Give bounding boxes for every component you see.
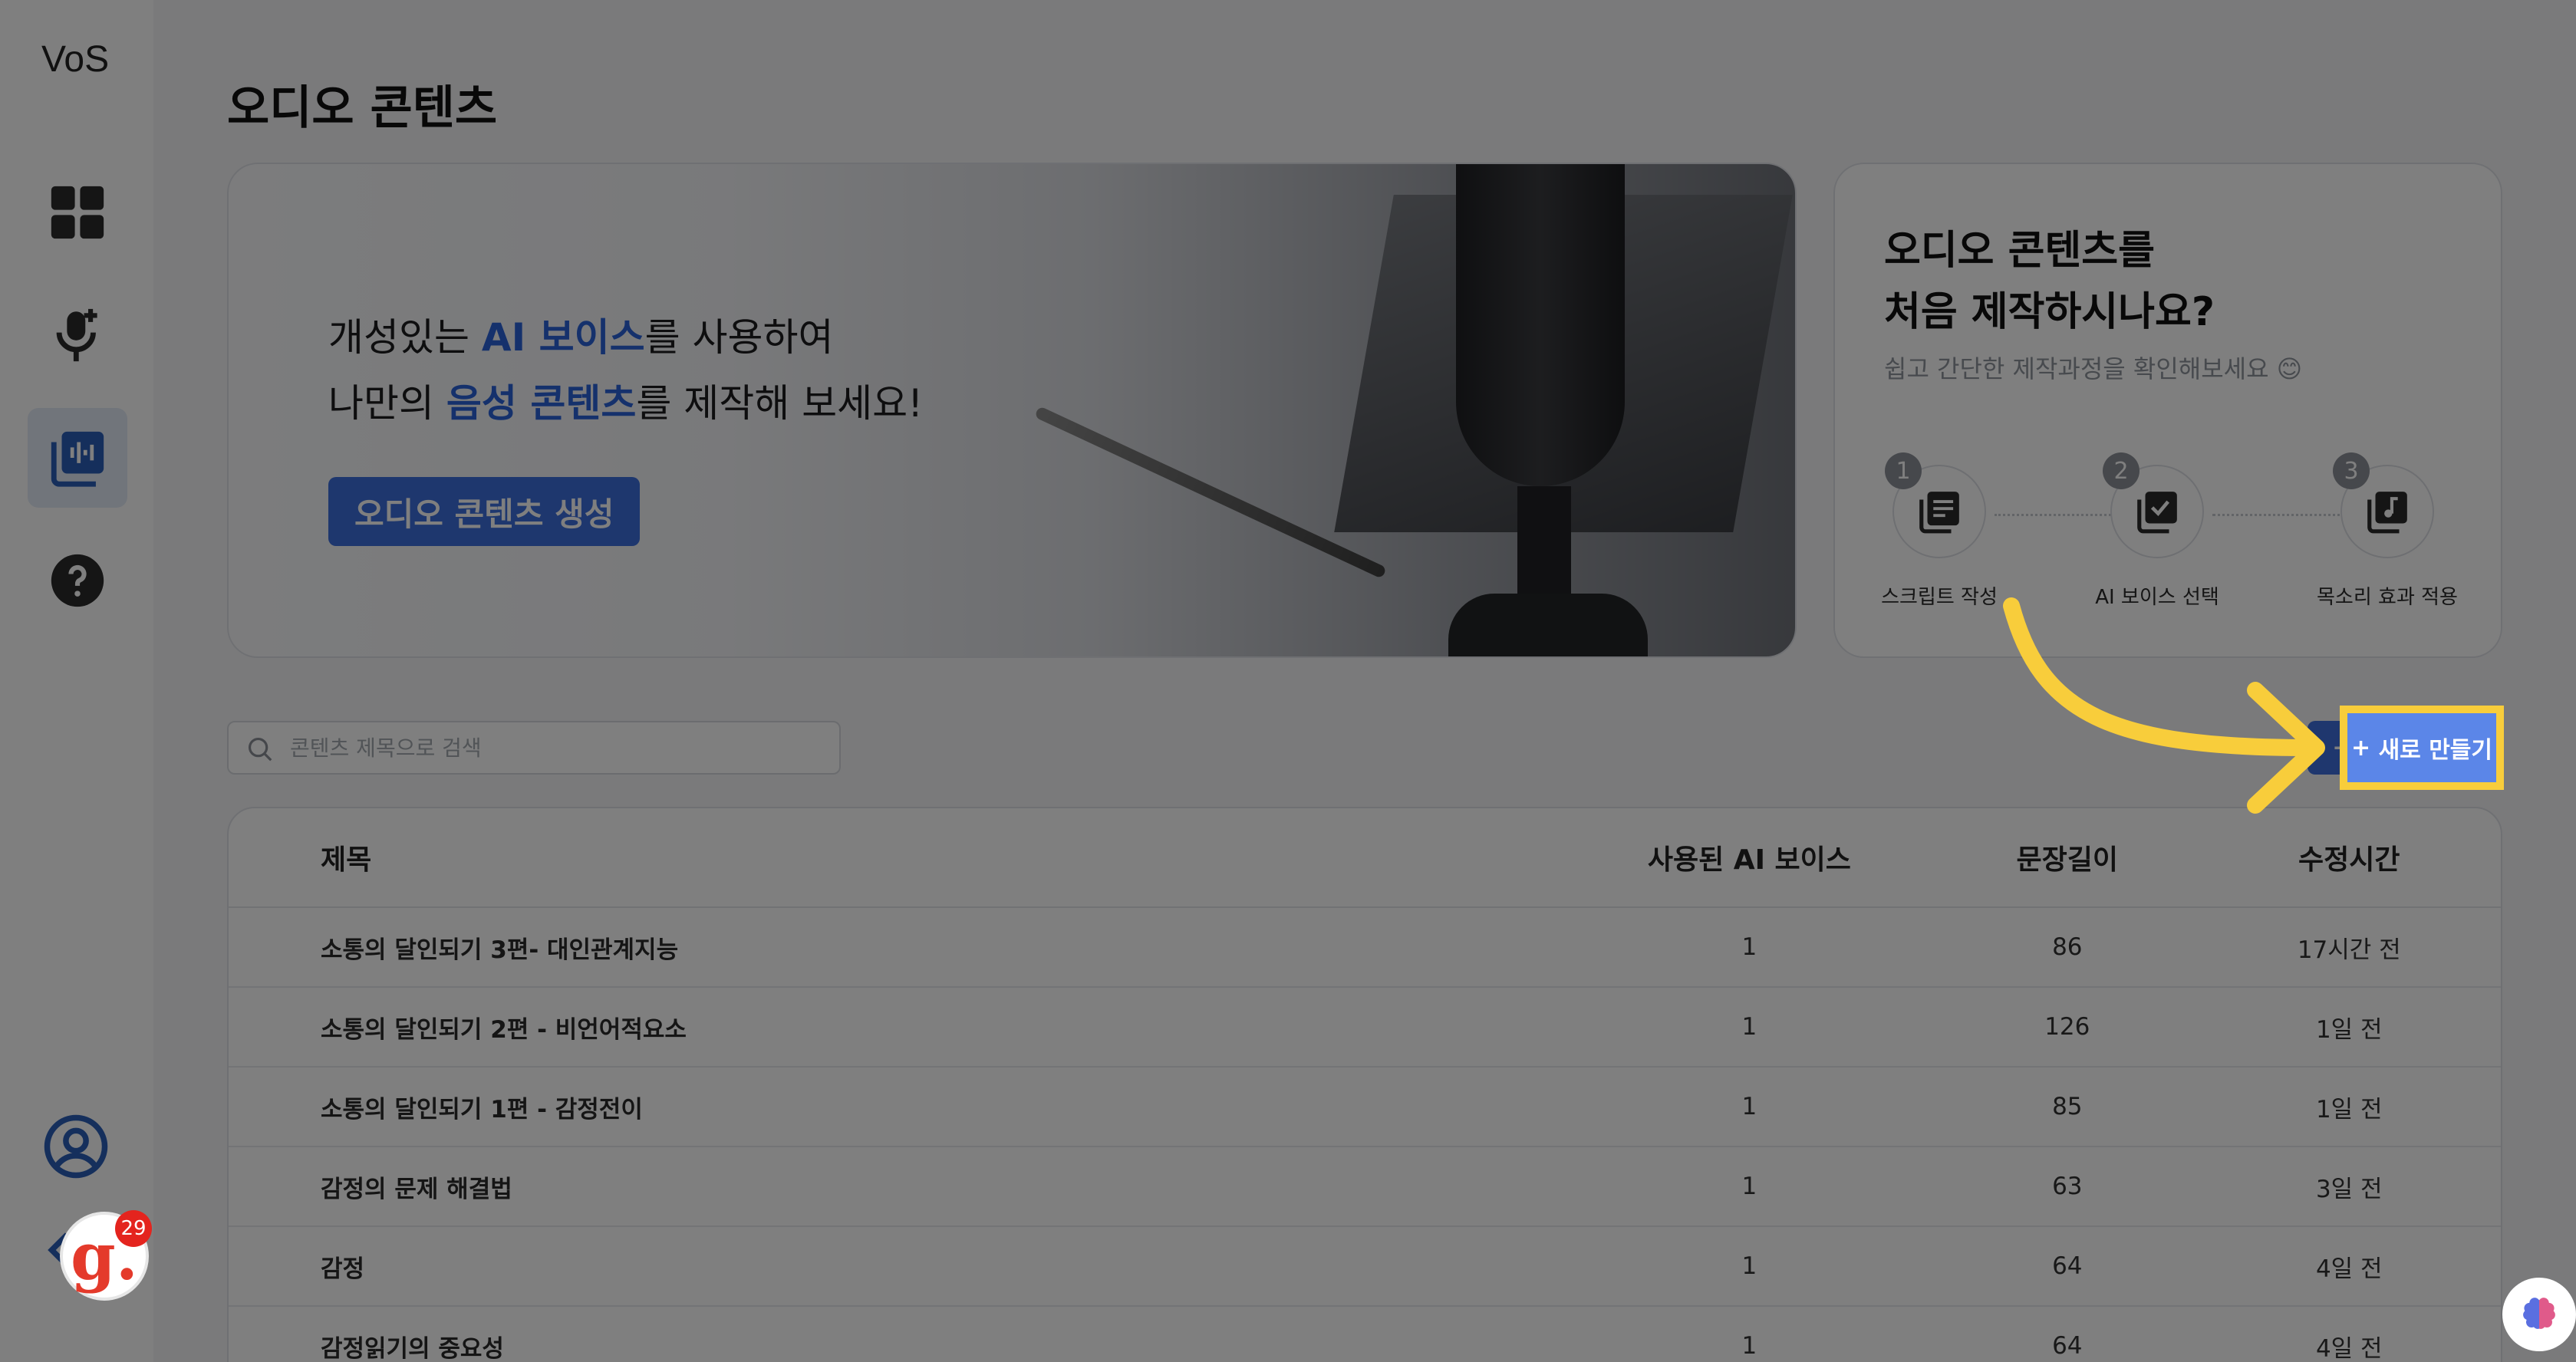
highlighted-new-content-button[interactable]: + 새로 만들기 xyxy=(2340,706,2504,790)
row-length: 63 xyxy=(2052,1173,2083,1200)
row-voice-count: 1 xyxy=(1741,1013,1757,1041)
checkbox-icon xyxy=(2137,492,2177,534)
row-title[interactable]: 감정의 문제 해결법 xyxy=(229,1170,1562,1204)
table-row[interactable]: 소통의 달인되기 3편- 대인관계지능 1 86 17시간 전 xyxy=(229,908,2501,988)
mic-add-icon xyxy=(56,308,97,362)
column-header-time[interactable]: 수정시간 xyxy=(2198,837,2501,877)
new-content-button-label: 새로 만들기 xyxy=(2378,737,2493,764)
brain-icon xyxy=(2523,1298,2555,1329)
row-title[interactable]: 소통의 달인되기 2편 - 비언어적요소 xyxy=(229,1010,1562,1045)
tutorial-arrow-icon xyxy=(2003,597,2325,814)
row-modified-time: 1일 전 xyxy=(2315,1095,2383,1123)
sidebar-item-help[interactable] xyxy=(28,531,127,630)
table-row[interactable]: 소통의 달인되기 2편 - 비언어적요소 1 126 1일 전 xyxy=(229,988,2501,1068)
content-table: 제목 사용된 AI 보이스 문장길이 수정시간 소통의 달인되기 3편- 대인관… xyxy=(227,807,2502,1362)
row-length: 86 xyxy=(2052,933,2083,961)
howto-title-line2: 처음 제작하시나요? xyxy=(1884,289,2215,335)
microphone-image xyxy=(1456,164,1625,486)
row-modified-time: 4일 전 xyxy=(2315,1334,2383,1362)
row-title[interactable]: 소통의 달인되기 3편- 대인관계지능 xyxy=(229,930,1562,965)
search-input[interactable] xyxy=(290,735,812,761)
row-length: 85 xyxy=(2052,1093,2083,1120)
sidebar-item-voice[interactable] xyxy=(28,285,127,385)
app-logo[interactable]: VoS xyxy=(41,38,109,81)
row-length: 64 xyxy=(2052,1252,2083,1280)
step-number: 2 xyxy=(2103,452,2140,489)
sidebar-item-dashboard[interactable] xyxy=(28,163,127,262)
row-voice-count: 1 xyxy=(1741,1332,1757,1360)
dashboard-icon xyxy=(51,186,104,239)
page-title: 오디오 콘텐츠 xyxy=(227,81,498,135)
row-voice-count: 1 xyxy=(1741,1252,1757,1280)
row-voice-count: 1 xyxy=(1741,1093,1757,1120)
table-row[interactable]: 감정읽기의 중요성 1 64 4일 전 xyxy=(229,1307,2501,1362)
search-box[interactable] xyxy=(227,721,841,775)
column-header-length[interactable]: 문장길이 xyxy=(1937,837,2198,877)
banner-headline-line2: 나만의 음성 콘텐츠를 제작해 보세요! xyxy=(328,381,924,426)
assistant-button[interactable] xyxy=(2502,1278,2576,1351)
sidebar: VoS xyxy=(0,0,153,1362)
row-title[interactable]: 감정 xyxy=(229,1249,1562,1284)
row-title[interactable]: 감정읽기의 중요성 xyxy=(229,1329,1562,1362)
audio-library-icon xyxy=(51,431,104,487)
notification-count-badge: 29 xyxy=(115,1210,152,1247)
howto-title-line1: 오디오 콘텐츠를 xyxy=(1884,228,2155,274)
row-voice-count: 1 xyxy=(1741,1173,1757,1200)
sidebar-item-audio-content[interactable] xyxy=(28,408,127,508)
row-length: 126 xyxy=(2044,1013,2090,1041)
help-icon xyxy=(51,554,104,607)
row-modified-time: 1일 전 xyxy=(2315,1015,2383,1044)
create-audio-content-button[interactable]: 오디오 콘텐츠 생성 xyxy=(328,477,641,546)
row-voice-count: 1 xyxy=(1741,933,1757,961)
pen-image xyxy=(1034,406,1387,579)
table-row[interactable]: 소통의 달인되기 1편 - 감정전이 1 85 1일 전 xyxy=(229,1068,2501,1147)
column-header-voice[interactable]: 사용된 AI 보이스 xyxy=(1562,837,1937,877)
step-number: 3 xyxy=(2333,452,2370,489)
hero-banner: 개성있는 AI 보이스를 사용하여 나만의 음성 콘텐츠를 제작해 보세요! 오… xyxy=(227,163,1797,658)
search-icon xyxy=(248,737,272,762)
account-icon[interactable] xyxy=(41,1112,110,1181)
row-title[interactable]: 소통의 달인되기 1편 - 감정전이 xyxy=(229,1090,1562,1124)
script-icon xyxy=(1919,492,1959,534)
step-number: 1 xyxy=(1885,452,1922,489)
howto-subtitle: 쉽고 간단한 제작과정을 확인해보세요 😊 xyxy=(1884,354,2303,383)
row-modified-time: 17시간 전 xyxy=(2297,936,2401,964)
column-header-title[interactable]: 제목 xyxy=(229,837,1562,877)
table-row[interactable]: 감정 1 64 4일 전 xyxy=(229,1227,2501,1307)
table-row[interactable]: 감정의 문제 해결법 1 63 3일 전 xyxy=(229,1147,2501,1227)
banner-headline-line1: 개성있는 AI 보이스를 사용하여 xyxy=(328,315,834,360)
row-length: 64 xyxy=(2052,1332,2083,1360)
row-modified-time: 4일 전 xyxy=(2315,1255,2383,1283)
row-modified-time: 3일 전 xyxy=(2315,1175,2383,1203)
music-note-icon xyxy=(2367,492,2407,534)
